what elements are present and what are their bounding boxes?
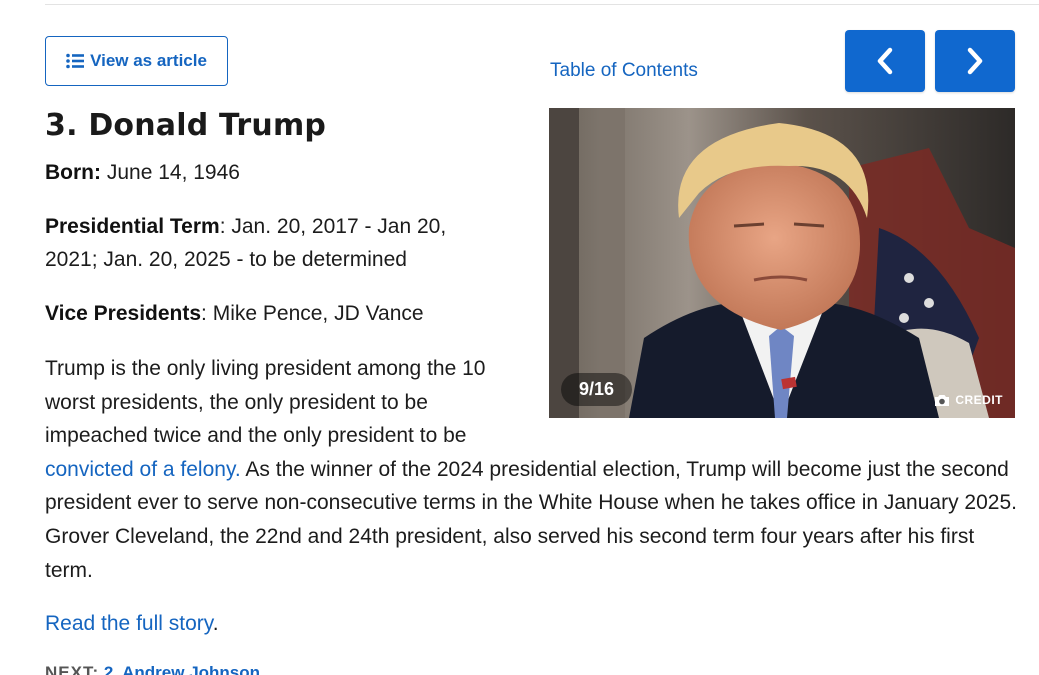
term-fact: Presidential Term: Jan. 20, 2017 - Jan 2… — [45, 210, 485, 276]
born-fact: Born: June 14, 1946 — [45, 156, 515, 189]
read-full-story-link[interactable]: Read the full story — [45, 612, 213, 635]
slideshow-page: View as article Table of Contents 3. Don… — [0, 0, 1039, 675]
chevron-left-icon — [877, 47, 893, 75]
term-label: Presidential Term — [45, 215, 220, 238]
vice-presidents-label: Vice Presidents — [45, 302, 202, 325]
image-wrap-spacer — [515, 352, 1020, 452]
read-full-story-line: Read the full story. — [45, 607, 219, 640]
top-divider — [45, 4, 1039, 5]
previous-slide-button[interactable] — [845, 30, 925, 92]
convicted-felony-link[interactable]: convicted of a felony. — [45, 458, 241, 481]
next-label: NEXT: — [45, 663, 100, 675]
next-slide-button[interactable] — [935, 30, 1015, 92]
next-slide-link[interactable]: 2. Andrew Johnson — [104, 663, 260, 675]
list-icon — [66, 53, 85, 69]
slide-title: 3. Donald Trump — [45, 108, 327, 143]
table-of-contents-link[interactable]: Table of Contents — [550, 60, 698, 82]
born-value: June 14, 1946 — [101, 161, 240, 184]
view-as-article-label: View as article — [90, 51, 207, 70]
read-full-period: . — [212, 612, 219, 635]
slide-body: Trump is the only living president among… — [45, 352, 1020, 587]
next-slide-line: NEXT: 2. Andrew Johnson — [45, 663, 260, 675]
vice-presidents-fact: Vice Presidents: Mike Pence, JD Vance — [45, 297, 515, 330]
body-text-intro: Trump is the only living president among… — [45, 357, 486, 448]
view-as-article-button[interactable]: View as article — [45, 36, 228, 86]
born-label: Born: — [45, 161, 101, 184]
vice-presidents-value: : Mike Pence, JD Vance — [201, 302, 424, 325]
chevron-right-icon — [967, 47, 983, 75]
